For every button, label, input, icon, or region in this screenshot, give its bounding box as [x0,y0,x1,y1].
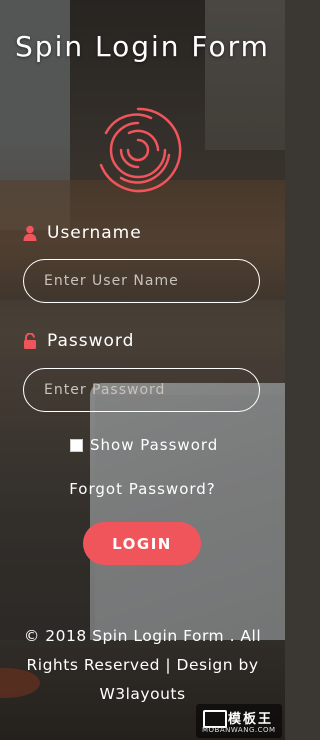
password-label: Password [23,331,134,351]
username-label-text: Username [47,223,142,243]
lock-icon [24,333,36,349]
user-icon [23,225,37,241]
show-password-label: Show Password [90,436,219,454]
footer-copyright: © 2018 Spin Login Form . All Rights Rese… [14,622,271,709]
watermark-en: MOBANWANG.COM [202,726,276,734]
forgot-password-link[interactable]: Forgot Password? [0,480,285,498]
password-label-text: Password [47,331,135,351]
login-button[interactable]: LOGIN [83,522,201,565]
password-input[interactable] [23,368,260,412]
footer-link[interactable]: W3layouts [99,685,185,703]
page-title: Spin Login Form [15,30,270,63]
spinner-logo-icon [99,107,182,193]
username-input[interactable] [23,259,260,303]
watermark-cn: 模板王 [228,712,274,727]
footer-text: © 2018 Spin Login Form . All Rights Rese… [23,627,262,674]
show-password-checkbox[interactable] [70,438,83,452]
show-password-toggle[interactable]: Show Password [70,436,218,454]
watermark-logo: 模板王 MOBANWANG.COM [196,704,282,738]
username-label: Username [23,223,142,243]
login-form: Spin Login Form Username Password Show P… [0,0,285,740]
